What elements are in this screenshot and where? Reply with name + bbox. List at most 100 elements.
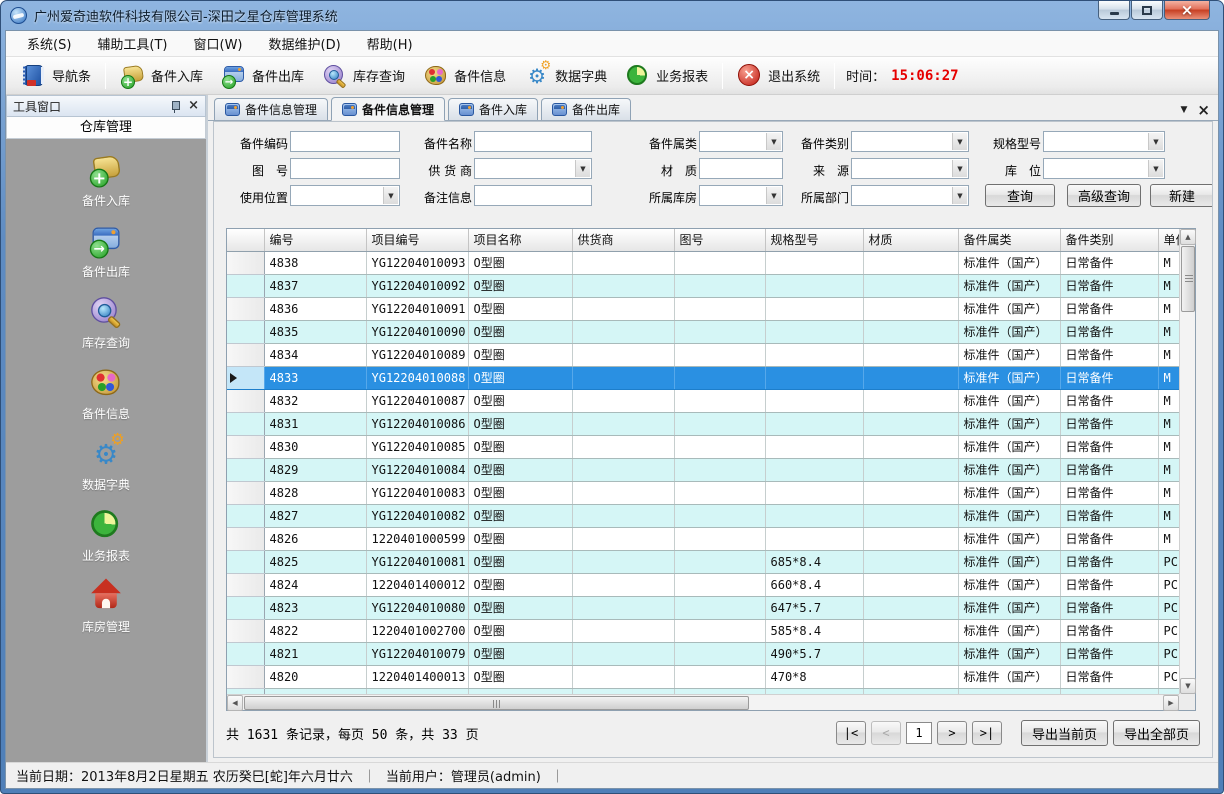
table-cell[interactable]: [765, 481, 863, 504]
search-select-spec-model[interactable]: ▼: [1043, 131, 1165, 152]
vertical-scrollbar[interactable]: ▲ ▼: [1179, 229, 1195, 694]
table-cell[interactable]: PC: [1158, 642, 1179, 665]
horizontal-scrollbar[interactable]: ◀ ▶: [227, 694, 1179, 710]
table-cell[interactable]: 标准件（国产）: [958, 389, 1060, 412]
table-cell[interactable]: 4826: [264, 527, 366, 550]
table-cell[interactable]: O型圈: [468, 251, 572, 274]
table-cell[interactable]: 585*8.4: [765, 619, 863, 642]
table-cell[interactable]: [674, 596, 765, 619]
table-cell[interactable]: 日常备件: [1060, 412, 1158, 435]
table-cell[interactable]: 490*5.7: [765, 642, 863, 665]
table-cell[interactable]: [572, 458, 674, 481]
query-button[interactable]: 查询: [985, 184, 1055, 207]
table-cell[interactable]: 4821: [264, 642, 366, 665]
toolbar-item-stock-query[interactable]: 库存查询: [313, 60, 414, 92]
page-input[interactable]: [906, 722, 932, 744]
table-cell[interactable]: 日常备件: [1060, 297, 1158, 320]
table-cell[interactable]: [572, 481, 674, 504]
table-cell[interactable]: 标准件（国产）: [958, 274, 1060, 297]
table-cell[interactable]: M: [1158, 297, 1179, 320]
table-cell[interactable]: M: [1158, 343, 1179, 366]
table-cell[interactable]: [674, 573, 765, 596]
column-header[interactable]: 备件类别: [1060, 229, 1158, 251]
table-cell[interactable]: O型圈: [468, 458, 572, 481]
table-cell[interactable]: [674, 527, 765, 550]
table-cell[interactable]: [572, 297, 674, 320]
table-cell[interactable]: M: [1158, 527, 1179, 550]
tab-0[interactable]: 备件信息管理: [214, 98, 328, 120]
menu-item-data-maintenance[interactable]: 数据维护(D): [256, 31, 354, 56]
table-cell[interactable]: [572, 550, 674, 573]
next-page-button[interactable]: >: [937, 721, 967, 745]
table-cell[interactable]: YG12204010091: [366, 297, 468, 320]
table-row[interactable]: 48221220401002700O型圈585*8.4标准件（国产）日常备件PC: [227, 619, 1179, 642]
table-cell[interactable]: [863, 596, 958, 619]
search-input-material[interactable]: [699, 158, 783, 179]
table-cell[interactable]: 4828: [264, 481, 366, 504]
row-selector-cell[interactable]: [227, 435, 264, 458]
menu-item-tools[interactable]: 辅助工具(T): [84, 31, 180, 56]
table-cell[interactable]: [674, 458, 765, 481]
advanced-query-button[interactable]: 高级查询: [1067, 184, 1141, 207]
table-row[interactable]: 4836YG12204010091O型圈标准件（国产）日常备件M: [227, 297, 1179, 320]
table-cell[interactable]: YG12204010082: [366, 504, 468, 527]
table-cell[interactable]: [765, 504, 863, 527]
table-cell[interactable]: [765, 297, 863, 320]
table-cell[interactable]: [572, 412, 674, 435]
scroll-right-icon[interactable]: ▶: [1163, 695, 1179, 711]
table-cell[interactable]: [863, 619, 958, 642]
table-row[interactable]: 4835YG12204010090O型圈标准件（国产）日常备件M: [227, 320, 1179, 343]
table-cell[interactable]: 4824: [264, 573, 366, 596]
search-input-part-code[interactable]: [290, 131, 400, 152]
table-cell[interactable]: [674, 274, 765, 297]
table-cell[interactable]: [572, 274, 674, 297]
table-row[interactable]: 4833YG12204010088O型圈标准件（国产）日常备件M: [227, 366, 1179, 389]
table-cell[interactable]: [572, 527, 674, 550]
table-cell[interactable]: M: [1158, 481, 1179, 504]
table-cell[interactable]: [572, 320, 674, 343]
table-cell[interactable]: 日常备件: [1060, 343, 1158, 366]
table-cell[interactable]: [674, 619, 765, 642]
table-cell[interactable]: [765, 389, 863, 412]
table-cell[interactable]: 1220401400012: [366, 573, 468, 596]
table-cell[interactable]: [863, 665, 958, 688]
table-cell[interactable]: 日常备件: [1060, 320, 1158, 343]
row-selector-cell[interactable]: [227, 550, 264, 573]
column-header[interactable]: 材质: [863, 229, 958, 251]
table-cell[interactable]: 4833: [264, 366, 366, 389]
table-cell[interactable]: 标准件（国产）: [958, 320, 1060, 343]
table-cell[interactable]: YG12204010081: [366, 550, 468, 573]
table-row[interactable]: 4838YG12204010093O型圈标准件（国产）日常备件M: [227, 251, 1179, 274]
scroll-down-icon[interactable]: ▼: [1180, 678, 1196, 694]
row-selector-cell[interactable]: [227, 412, 264, 435]
table-cell[interactable]: 470*8: [765, 665, 863, 688]
table-cell[interactable]: [674, 481, 765, 504]
table-cell[interactable]: [674, 550, 765, 573]
table-cell[interactable]: [765, 458, 863, 481]
table-cell[interactable]: [572, 642, 674, 665]
table-cell[interactable]: [863, 642, 958, 665]
table-cell[interactable]: 4834: [264, 343, 366, 366]
table-cell[interactable]: 1220401000599: [366, 527, 468, 550]
table-cell[interactable]: [765, 343, 863, 366]
table-cell[interactable]: [863, 481, 958, 504]
prev-page-button[interactable]: <: [871, 721, 901, 745]
table-cell[interactable]: [572, 504, 674, 527]
table-cell[interactable]: 660*8.4: [765, 573, 863, 596]
table-cell[interactable]: [572, 343, 674, 366]
tab-2[interactable]: 备件入库: [448, 98, 538, 120]
table-row[interactable]: 4837YG12204010092O型圈标准件（国产）日常备件M: [227, 274, 1179, 297]
table-row[interactable]: 48241220401400012O型圈660*8.4标准件（国产）日常备件PC: [227, 573, 1179, 596]
sidebar-item-stock-query[interactable]: 库存查询: [46, 293, 166, 351]
toolbar-item-report[interactable]: 业务报表: [616, 60, 717, 92]
table-cell[interactable]: [674, 435, 765, 458]
table-cell[interactable]: O型圈: [468, 320, 572, 343]
first-page-button[interactable]: |<: [836, 721, 866, 745]
table-cell[interactable]: O型圈: [468, 527, 572, 550]
table-cell[interactable]: [572, 665, 674, 688]
table-cell[interactable]: M: [1158, 458, 1179, 481]
search-select-part-category[interactable]: ▼: [699, 131, 783, 152]
table-cell[interactable]: 标准件（国产）: [958, 550, 1060, 573]
table-cell[interactable]: 日常备件: [1060, 619, 1158, 642]
row-selector-cell[interactable]: [227, 481, 264, 504]
